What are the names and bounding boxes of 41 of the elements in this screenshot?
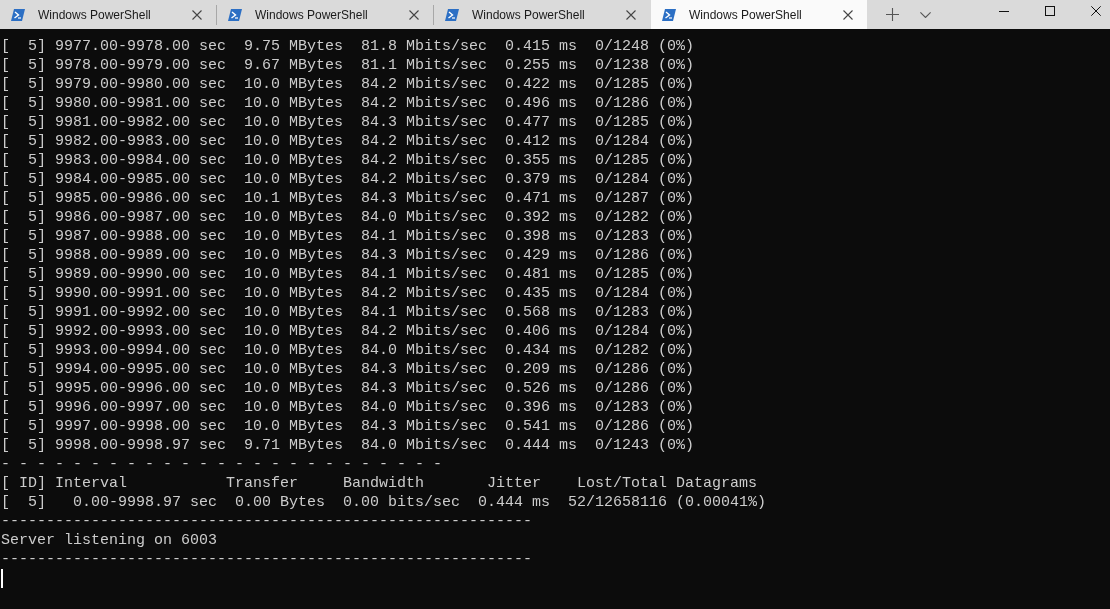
terminal-line: [ 5] 9979.00-9980.00 sec 10.0 MBytes 84.2 Mbits/sec 0.422 ms 0/1285 (0%) bbox=[1, 75, 695, 94]
terminal-line: [ 5] 9978.00-9979.00 sec 9.67 MBytes 81.1 Mbits/sec 0.255 ms 0/1238 (0%) bbox=[1, 56, 695, 75]
terminal-line: [ 5] 9980.00-9981.00 sec 10.0 MBytes 84.2 Mbits/sec 0.496 ms 0/1286 (0%) bbox=[1, 94, 695, 113]
terminal-line: [ 5] 9990.00-9991.00 sec 10.0 MBytes 84.2 Mbits/sec 0.435 ms 0/1284 (0%) bbox=[1, 284, 695, 303]
terminal-prompt-icon bbox=[445, 8, 459, 21]
terminal-line: [ 5] 9985.00-9986.00 sec 10.1 MBytes 84.3 Mbits/sec 0.471 ms 0/1287 (0%) bbox=[1, 189, 695, 208]
terminal-line: [ 5] 9995.00-9996.00 sec 10.0 MBytes 84.3 Mbits/sec 0.526 ms 0/1286 (0%) bbox=[1, 379, 695, 398]
terminal-line: [ 5] 9986.00-9987.00 sec 10.0 MBytes 84.0 Mbits/sec 0.392 ms 0/1282 (0%) bbox=[1, 208, 695, 227]
terminal-line: [ 5] 9987.00-9988.00 sec 10.0 MBytes 84.1 Mbits/sec 0.398 ms 0/1283 (0%) bbox=[1, 227, 695, 246]
terminal-line: [ 5] 9982.00-9983.00 sec 10.0 MBytes 84.2 Mbits/sec 0.412 ms 0/1284 (0%) bbox=[1, 132, 695, 151]
plus-icon[interactable] bbox=[886, 8, 899, 21]
terminal-prompt-icon bbox=[662, 8, 676, 21]
chevron-down-icon[interactable] bbox=[920, 11, 931, 18]
terminal-line: [ 5] 9983.00-9984.00 sec 10.0 MBytes 84.2 Mbits/sec 0.355 ms 0/1285 (0%) bbox=[1, 151, 695, 170]
terminal-line: Server listening on 6003 bbox=[1, 531, 218, 550]
terminal-line: [ 5] 9981.00-9982.00 sec 10.0 MBytes 84.3 Mbits/sec 0.477 ms 0/1285 (0%) bbox=[1, 113, 695, 132]
terminal-line: - - - - - - - - - - - - - - - - - - - - - - - - - bbox=[1, 455, 443, 474]
terminal-line: [ 5] 9996.00-9997.00 sec 10.0 MBytes 84.0 Mbits/sec 0.396 ms 0/1283 (0%) bbox=[1, 398, 695, 417]
tab[interactable]: Windows PowerShell bbox=[651, 0, 867, 29]
close-icon[interactable] bbox=[843, 9, 853, 20]
close-icon[interactable] bbox=[409, 9, 419, 20]
terminal-line: [ 5] 9988.00-9989.00 sec 10.0 MBytes 84.3 Mbits/sec 0.429 ms 0/1286 (0%) bbox=[1, 246, 695, 265]
terminal-line: [ 5] 9993.00-9994.00 sec 10.0 MBytes 84.0 Mbits/sec 0.434 ms 0/1282 (0%) bbox=[1, 341, 695, 360]
close-icon[interactable] bbox=[626, 9, 636, 20]
maximize-icon[interactable] bbox=[1045, 6, 1055, 16]
terminal-line: [ 5] 9992.00-9993.00 sec 10.0 MBytes 84.2 Mbits/sec 0.406 ms 0/1284 (0%) bbox=[1, 322, 695, 341]
close-icon[interactable] bbox=[1091, 6, 1101, 16]
terminal-line: [ 5] 9977.00-9978.00 sec 9.75 MBytes 81.8 Mbits/sec 0.415 ms 0/1248 (0%) bbox=[1, 37, 695, 56]
terminal-line: [ 5] 9994.00-9995.00 sec 10.0 MBytes 84.3 Mbits/sec 0.209 ms 0/1286 (0%) bbox=[1, 360, 695, 379]
terminal-line: [ 5] 9997.00-9998.00 sec 10.0 MBytes 84.3 Mbits/sec 0.541 ms 0/1286 (0%) bbox=[1, 417, 695, 436]
terminal-line: ----------------------------------------------------------- bbox=[1, 512, 533, 531]
terminal-line: [ ID] Interval Transfer Bandwidth Jitter Lost/Total Datagrams bbox=[1, 474, 758, 493]
terminal-line: [ 5] 9989.00-9990.00 sec 10.0 MBytes 84.1 Mbits/sec 0.481 ms 0/1285 (0%) bbox=[1, 265, 695, 284]
terminal-line: [ 5] 9991.00-9992.00 sec 10.0 MBytes 84.1 Mbits/sec 0.568 ms 0/1283 (0%) bbox=[1, 303, 695, 322]
terminal-line: [ 5] 9998.00-9998.97 sec 9.71 MBytes 84.0 Mbits/sec 0.444 ms 0/1243 (0%) bbox=[1, 436, 695, 455]
close-icon[interactable] bbox=[192, 9, 202, 20]
terminal-line: [ 5] 0.00-9998.97 sec 0.00 Bytes 0.00 bits/sec 0.444 ms 52/12658116 (0.00041%) bbox=[1, 493, 767, 512]
terminal-prompt-icon bbox=[228, 8, 242, 21]
terminal-line: [ 5] 9984.00-9985.00 sec 10.0 MBytes 84.2 Mbits/sec 0.379 ms 0/1284 (0%) bbox=[1, 170, 695, 189]
terminal-line: ----------------------------------------------------------- bbox=[1, 550, 533, 569]
terminal-prompt-icon bbox=[11, 8, 25, 21]
